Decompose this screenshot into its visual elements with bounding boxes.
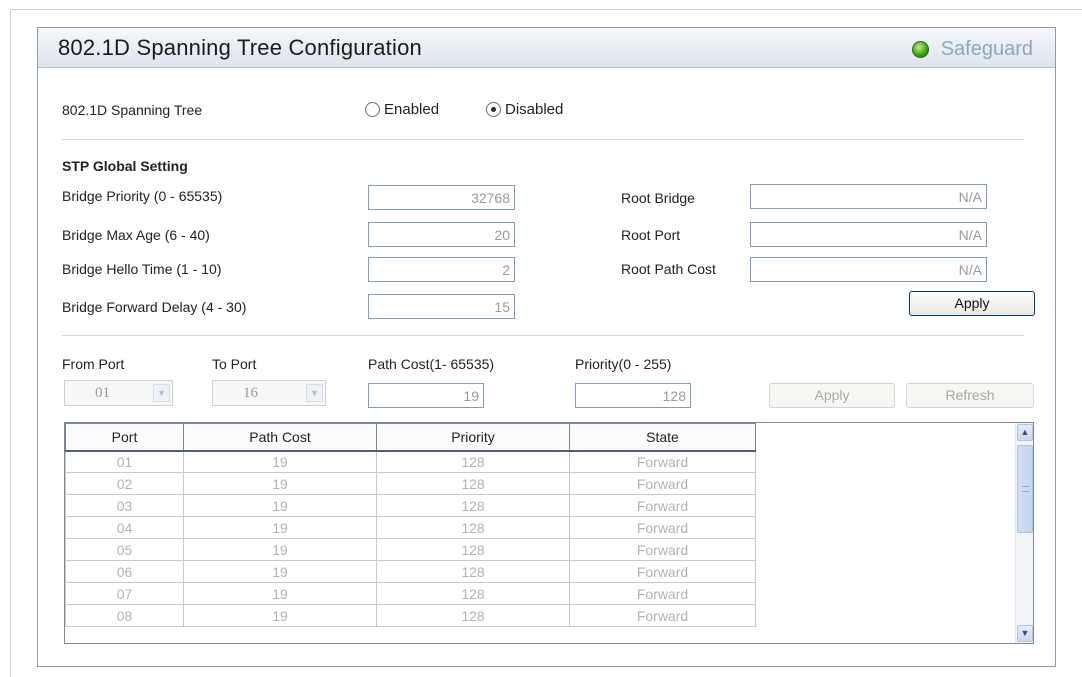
cell-port: 05 xyxy=(65,538,184,561)
column-header-port: Port xyxy=(65,423,184,452)
cell-priority: 128 xyxy=(376,604,570,627)
cell-priority: 128 xyxy=(376,538,570,561)
cell-path-cost: 19 xyxy=(183,560,377,583)
cell-path-cost: 19 xyxy=(183,450,377,473)
from-port-select[interactable]: 01 ▼ xyxy=(64,380,173,406)
safeguard-indicator: Safeguard xyxy=(911,38,1033,61)
cell-path-cost: 19 xyxy=(183,582,377,605)
stp-state-label: 802.1D Spanning Tree xyxy=(62,102,203,118)
root-port-field: N/A xyxy=(750,222,987,247)
cell-port: 02 xyxy=(65,472,184,495)
from-port-value: 01 xyxy=(95,385,110,401)
cell-state: Forward xyxy=(569,538,756,561)
cell-path-cost: 19 xyxy=(183,494,377,517)
divider-1 xyxy=(62,139,1024,140)
priority-label: Priority(0 - 255) xyxy=(575,356,672,372)
table-row: 07 19 128 Forward xyxy=(65,582,756,605)
scrollbar-thumb[interactable] xyxy=(1017,445,1033,533)
to-port-value: 16 xyxy=(243,385,258,401)
table-header-row: Port Path Cost Priority State xyxy=(65,423,756,452)
port-table-container: Port Path Cost Priority State 01 19 128 … xyxy=(64,422,1034,644)
frame-left-border xyxy=(10,9,11,677)
chevron-down-icon[interactable]: ▼ xyxy=(306,384,323,402)
from-port-label: From Port xyxy=(62,356,125,372)
arrow-up-icon[interactable]: ▲ xyxy=(1017,424,1033,441)
green-status-dot-icon xyxy=(911,41,929,58)
column-header-priority: Priority xyxy=(376,423,570,452)
radio-enabled-label: Enabled xyxy=(384,101,440,118)
grip-icon xyxy=(1022,486,1029,492)
frame-top-border xyxy=(10,9,1082,10)
arrow-down-icon[interactable]: ▼ xyxy=(1017,625,1033,642)
cell-priority: 128 xyxy=(376,494,570,517)
column-header-state: State xyxy=(569,423,756,452)
cell-path-cost: 19 xyxy=(183,604,377,627)
refresh-button[interactable]: Refresh xyxy=(906,383,1034,408)
panel-title-bar: 802.1D Spanning Tree Configuration Safeg… xyxy=(38,28,1055,68)
cell-priority: 128 xyxy=(376,450,570,473)
to-port-select[interactable]: 16 ▼ xyxy=(212,380,326,406)
table-row: 08 19 128 Forward xyxy=(65,604,756,627)
bridge-priority-input[interactable]: 32768 xyxy=(368,185,515,210)
table-row: 04 19 128 Forward xyxy=(65,516,756,539)
cell-port: 06 xyxy=(65,560,184,583)
root-path-cost-field: N/A xyxy=(750,257,987,282)
path-cost-label: Path Cost(1- 65535) xyxy=(368,356,495,372)
table-row: 06 19 128 Forward xyxy=(65,560,756,583)
cell-priority: 128 xyxy=(376,472,570,495)
chevron-down-icon[interactable]: ▼ xyxy=(153,384,170,402)
port-table: Port Path Cost Priority State 01 19 128 … xyxy=(65,423,756,627)
radio-disabled-label: Disabled xyxy=(505,101,564,118)
stp-config-panel: 802.1D Spanning Tree Configuration Safeg… xyxy=(37,27,1056,667)
max-age-label: Bridge Max Age (6 - 40) xyxy=(62,227,210,243)
priority-input[interactable]: 128 xyxy=(575,383,691,408)
radio-disabled-circle[interactable] xyxy=(486,102,501,117)
cell-port: 03 xyxy=(65,494,184,517)
page-title: 802.1D Spanning Tree Configuration xyxy=(58,35,422,60)
root-path-cost-label: Root Path Cost xyxy=(621,261,716,277)
global-apply-button[interactable]: Apply xyxy=(909,291,1035,316)
hello-time-label: Bridge Hello Time (1 - 10) xyxy=(62,261,222,277)
table-row: 03 19 128 Forward xyxy=(65,494,756,517)
cell-port: 04 xyxy=(65,516,184,539)
root-port-label: Root Port xyxy=(621,227,681,243)
cell-port: 01 xyxy=(65,450,184,473)
cell-state: Forward xyxy=(569,516,756,539)
table-row: 02 19 128 Forward xyxy=(65,472,756,495)
radio-enabled[interactable]: Enabled xyxy=(365,101,439,118)
cell-path-cost: 19 xyxy=(183,472,377,495)
forward-delay-input[interactable]: 15 xyxy=(368,294,515,319)
cell-state: Forward xyxy=(569,472,756,495)
cell-state: Forward xyxy=(569,604,756,627)
radio-enabled-circle[interactable] xyxy=(365,102,380,117)
radio-disabled[interactable]: Disabled xyxy=(486,101,563,118)
cell-priority: 128 xyxy=(376,516,570,539)
table-scrollbar[interactable]: ▲ ▼ xyxy=(1015,423,1033,643)
cell-port: 08 xyxy=(65,604,184,627)
to-port-label: To Port xyxy=(212,356,257,372)
port-apply-button[interactable]: Apply xyxy=(769,383,895,408)
divider-2 xyxy=(62,335,1024,336)
section-title-global: STP Global Setting xyxy=(62,158,188,174)
hello-time-input[interactable]: 2 xyxy=(368,257,515,282)
cell-priority: 128 xyxy=(376,582,570,605)
root-bridge-field: N/A xyxy=(750,184,987,209)
cell-port: 07 xyxy=(65,582,184,605)
path-cost-input[interactable]: 19 xyxy=(368,383,484,408)
cell-path-cost: 19 xyxy=(183,516,377,539)
cell-priority: 128 xyxy=(376,560,570,583)
forward-delay-label: Bridge Forward Delay (4 - 30) xyxy=(62,299,247,315)
table-row: 05 19 128 Forward xyxy=(65,538,756,561)
cell-state: Forward xyxy=(569,450,756,473)
cell-state: Forward xyxy=(569,494,756,517)
cell-path-cost: 19 xyxy=(183,538,377,561)
safeguard-label: Safeguard xyxy=(940,38,1033,60)
table-row: 01 19 128 Forward xyxy=(65,450,756,473)
column-header-path-cost: Path Cost xyxy=(183,423,377,452)
bridge-priority-label: Bridge Priority (0 - 65535) xyxy=(62,188,223,204)
root-bridge-label: Root Bridge xyxy=(621,190,695,206)
cell-state: Forward xyxy=(569,582,756,605)
cell-state: Forward xyxy=(569,560,756,583)
max-age-input[interactable]: 20 xyxy=(368,222,515,247)
